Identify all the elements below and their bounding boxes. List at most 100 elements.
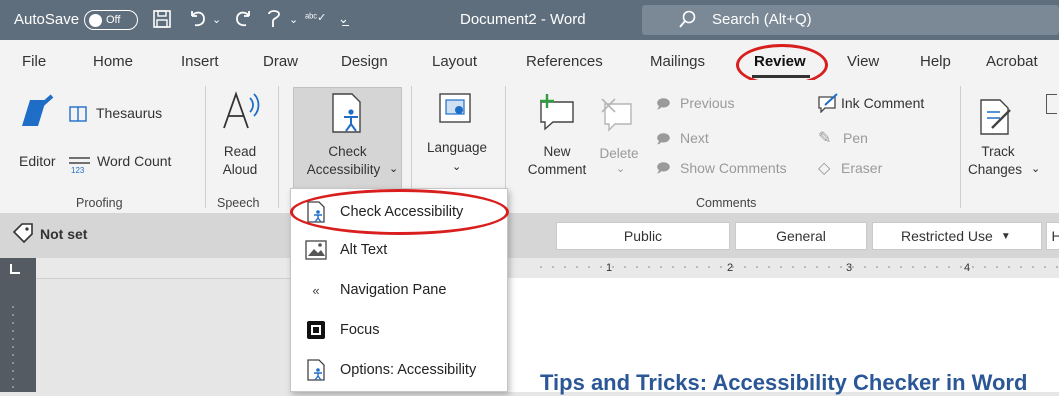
tab-design[interactable]: Design — [341, 53, 388, 70]
proofing-group-label: Proofing — [76, 196, 123, 210]
delete-comment-icon — [601, 98, 632, 132]
accessibility-options-icon — [304, 358, 328, 382]
menu-item-focus[interactable]: Focus — [292, 311, 506, 349]
menu-item-label: Navigation Pane — [340, 282, 447, 298]
accessibility-check-icon — [332, 93, 361, 133]
group-divider — [205, 86, 206, 208]
speech-group-label: Speech — [217, 196, 260, 210]
previous-comment-button: Previous — [680, 95, 735, 111]
tab-help[interactable]: Help — [920, 53, 951, 70]
language-icon[interactable] — [439, 93, 473, 125]
autosave-state: Off — [106, 14, 121, 26]
document-heading[interactable]: Tips and Tricks: Accessibility Checker i… — [540, 370, 1027, 396]
autosave-label: AutoSave — [14, 10, 80, 28]
next-comment-icon: 🗩 — [656, 131, 671, 146]
format-painter-icon[interactable] — [265, 8, 285, 30]
chevron-down-icon: ⌄ — [389, 163, 399, 175]
sensitivity-more[interactable]: H — [1046, 222, 1059, 250]
read-aloud-label-2[interactable]: Aloud — [216, 162, 264, 178]
spelling-icon[interactable]: ᵃᵇᶜ✓ — [305, 6, 326, 28]
chevron-down-icon: ⌄ — [1031, 163, 1041, 175]
document-title: Document2 - Word — [460, 10, 586, 28]
tab-home[interactable]: Home — [93, 53, 133, 70]
pen-icon: ✎ — [818, 130, 832, 147]
tab-mailings[interactable]: Mailings — [650, 53, 705, 70]
show-comments-icon: 🗩 — [656, 160, 671, 175]
chevron-down-icon: ⌄ — [452, 161, 462, 173]
undo-dropdown-icon[interactable]: ⌄ — [212, 8, 221, 30]
previous-comment-icon: 🗩 — [656, 96, 671, 111]
alt-text-icon — [304, 238, 328, 262]
read-aloud-icon[interactable] — [220, 88, 264, 132]
check-accessibility-label-1: Check — [328, 144, 367, 159]
check-accessibility-highlight-ellipse — [290, 189, 509, 235]
menu-item-label: Focus — [340, 322, 380, 338]
menu-item-label: Alt Text — [340, 242, 388, 258]
track-changes-label-1[interactable]: Track — [974, 144, 1022, 160]
tab-layout[interactable]: Layout — [432, 53, 477, 70]
tab-file[interactable]: File — [22, 53, 46, 70]
painter-dropdown-icon[interactable]: ⌄ — [289, 8, 298, 30]
chevron-down-icon: ⌄ — [616, 163, 626, 175]
group-divider — [960, 86, 961, 208]
show-comments-button: Show Comments — [680, 160, 787, 176]
comments-group-label: Comments — [696, 196, 757, 210]
eraser-icon: ◇ — [818, 160, 831, 177]
sensitivity-current[interactable]: Not set — [40, 226, 87, 242]
markup-icon[interactable] — [1046, 94, 1057, 114]
redo-icon[interactable] — [232, 8, 254, 30]
delete-comment-label: Delete — [599, 146, 639, 161]
search-placeholder: Search (Alt+Q) — [712, 10, 812, 28]
language-label[interactable]: Language — [421, 140, 493, 156]
search-box[interactable] — [642, 5, 1059, 35]
sensitivity-public[interactable]: Public — [556, 222, 730, 250]
pen-button: Pen — [843, 130, 868, 146]
sensitivity-general[interactable]: General — [735, 222, 867, 250]
new-comment-icon[interactable] — [537, 92, 577, 132]
ruler-number: 2 — [727, 262, 734, 274]
horizontal-ruler — [36, 258, 1059, 279]
left-ruler-gutter — [0, 258, 36, 392]
autosave-toggle[interactable]: Off — [84, 10, 138, 30]
caret-down-icon: ▼ — [1000, 230, 1011, 242]
menu-item-navigation-pane[interactable]: « Navigation Pane — [292, 271, 506, 309]
navigation-pane-icon: « — [312, 282, 320, 298]
tab-acrobat[interactable]: Acrobat — [986, 53, 1038, 70]
track-changes-icon[interactable] — [978, 98, 1014, 136]
toggle-knob — [89, 13, 102, 27]
new-comment-label-1[interactable]: New — [533, 144, 581, 160]
ruler-number: 4 — [964, 262, 971, 274]
tab-references[interactable]: References — [526, 53, 603, 70]
search-icon — [679, 10, 696, 28]
thesaurus-button[interactable]: Thesaurus — [96, 105, 162, 121]
menu-item-options-accessibility[interactable]: Options: Accessibility — [292, 351, 506, 389]
menu-item-label: Options: Accessibility — [340, 362, 477, 378]
customize-toolbar-icon[interactable]: ⌄̲ — [338, 8, 349, 30]
ruler-number: 1 — [606, 262, 613, 274]
tag-icon — [12, 223, 33, 243]
editor-label[interactable]: Editor — [19, 153, 56, 169]
group-divider — [278, 86, 279, 208]
editor-icon[interactable] — [16, 92, 56, 132]
tab-selector-icon[interactable] — [10, 264, 20, 274]
word-count-button[interactable]: Word Count — [97, 153, 171, 169]
sensitivity-restricted[interactable]: Restricted Use ▼ — [872, 222, 1042, 250]
thesaurus-icon — [69, 106, 87, 122]
read-aloud-label-1[interactable]: Read — [216, 144, 264, 160]
check-accessibility-label-2: Accessibility — [306, 162, 381, 177]
menu-item-alt-text[interactable]: Alt Text — [292, 231, 506, 269]
track-changes-label-2[interactable]: Changes — [965, 162, 1025, 178]
new-comment-label-2[interactable]: Comment — [527, 162, 587, 178]
word-count-icon: 123 — [69, 157, 90, 174]
tab-view[interactable]: View — [847, 53, 879, 70]
undo-icon[interactable] — [187, 8, 209, 30]
sensitivity-restricted-label: Restricted Use — [901, 228, 993, 244]
save-icon[interactable] — [152, 9, 172, 29]
vertical-ruler — [12, 300, 14, 390]
tab-insert[interactable]: Insert — [181, 53, 219, 70]
ruler-number: 3 — [846, 262, 853, 274]
ink-comment-button[interactable]: Ink Comment — [841, 95, 924, 111]
svg-text:123: 123 — [71, 166, 85, 174]
tab-draw[interactable]: Draw — [263, 53, 298, 70]
eraser-button: Eraser — [841, 160, 883, 176]
